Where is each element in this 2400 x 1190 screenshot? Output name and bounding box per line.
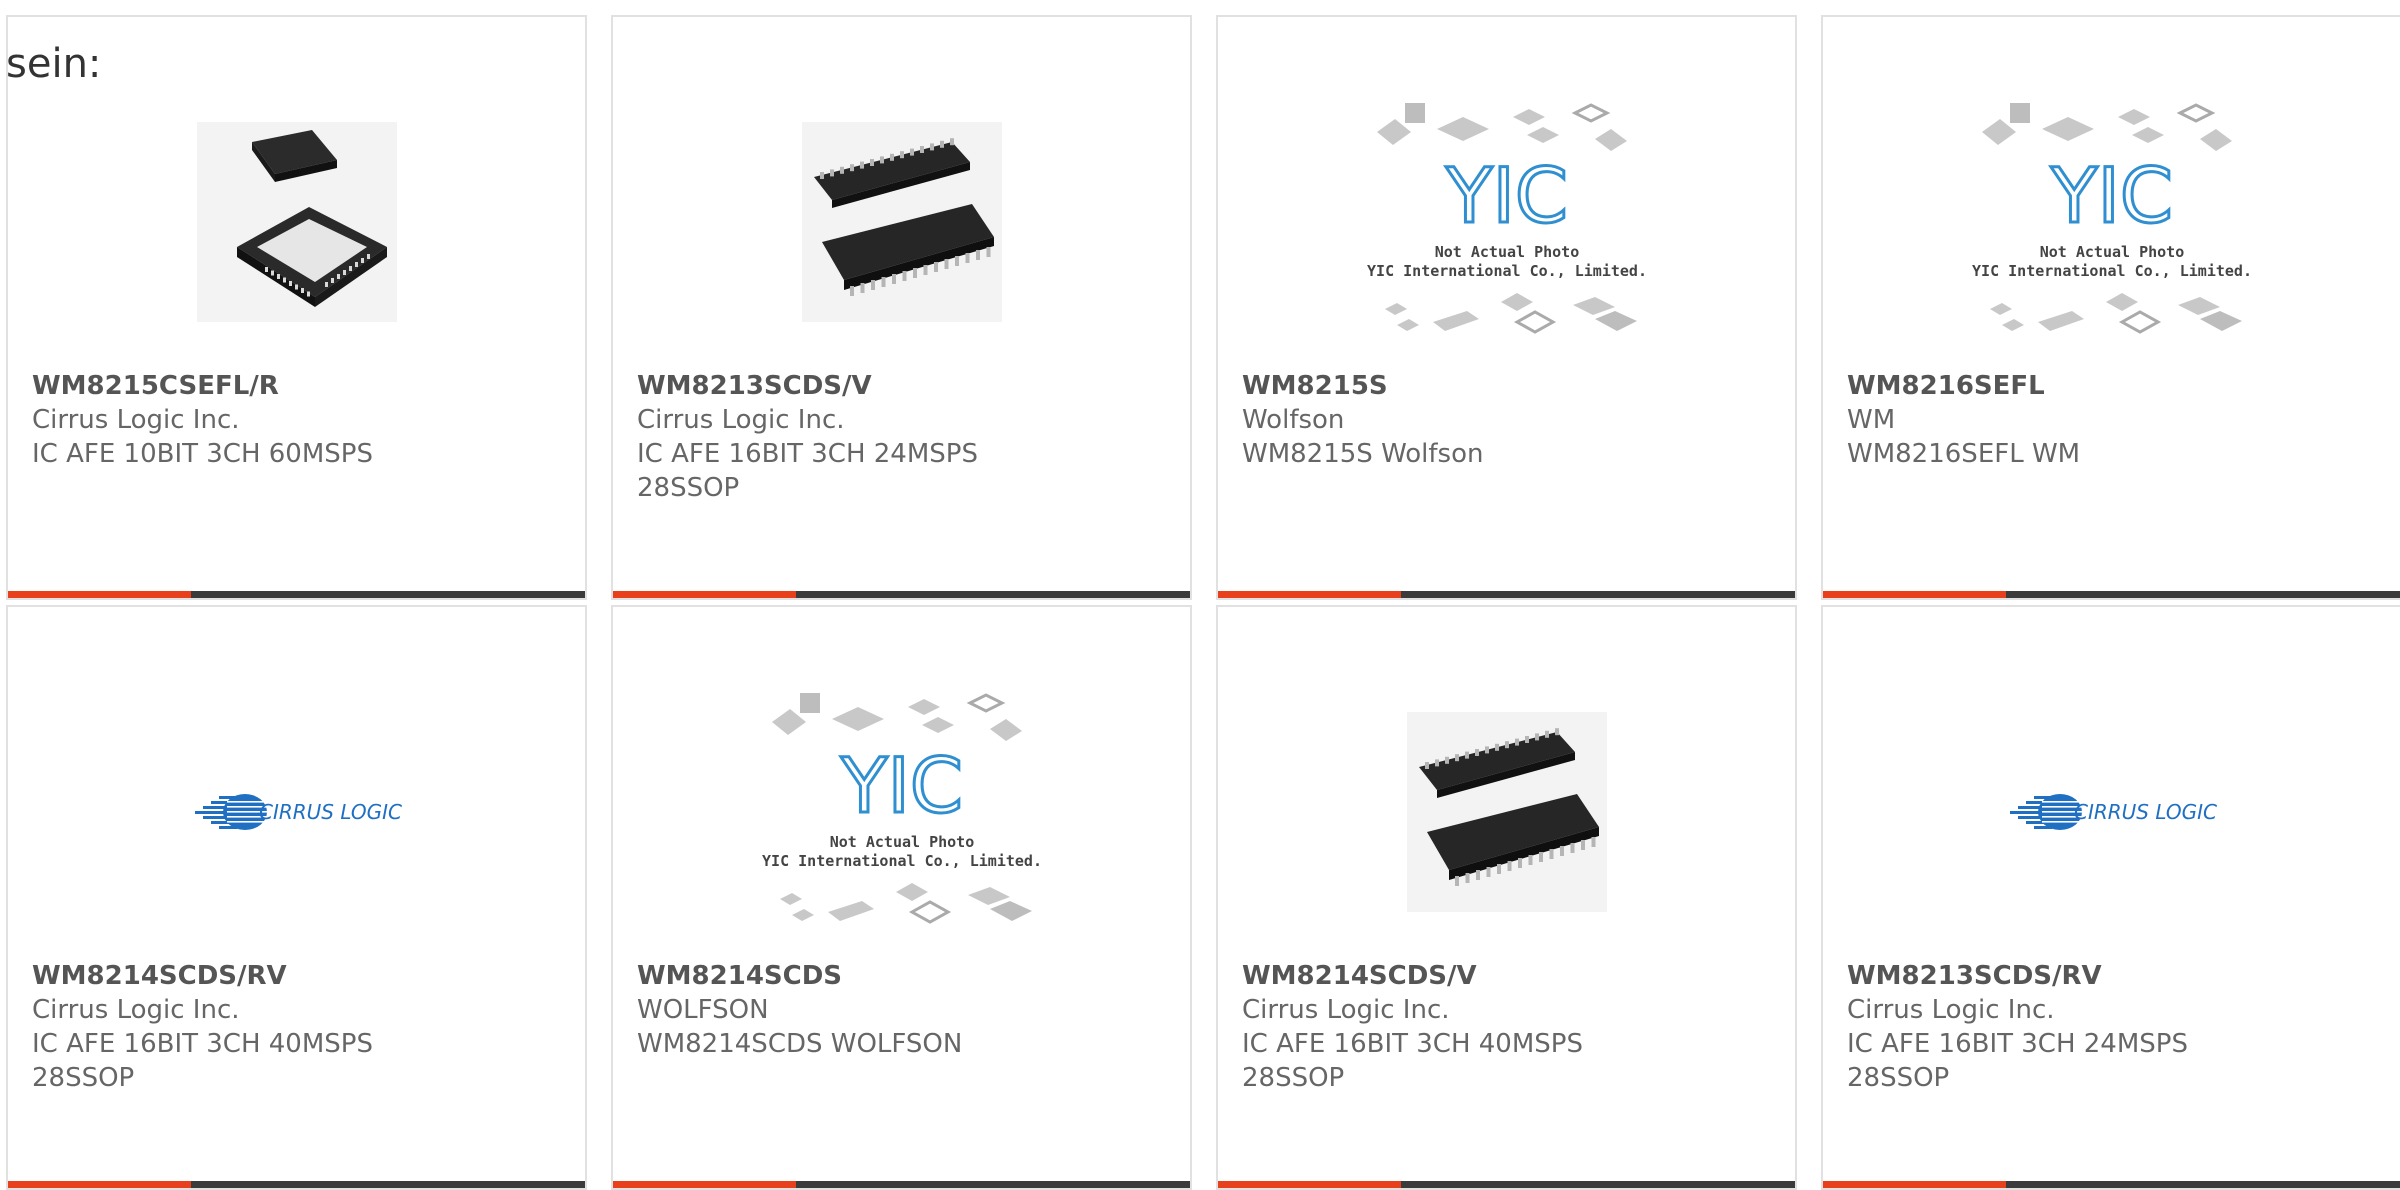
- product-card[interactable]: WM8213SCDS/V Cirrus Logic Inc. IC AFE 16BI…: [611, 15, 1192, 600]
- manufacturer: Cirrus Logic Inc.: [1847, 995, 2055, 1025]
- product-image[interactable]: YIC Not Actual Photo YIC International Co.…: [613, 677, 1190, 947]
- svg-text:Not Actual Photo: Not Actual Photo: [2039, 243, 2184, 261]
- description-line: 28SSOP: [1242, 1063, 1345, 1093]
- accent-segment: [1218, 1181, 1401, 1188]
- card-bottom-bar: [8, 1181, 585, 1188]
- product-info: WM8214SCDS/RV Cirrus Logic Inc. IC AFE 16B…: [32, 959, 569, 1095]
- product-card[interactable]: YIC Not Actual Photo YIC International Co.…: [1216, 15, 1797, 600]
- part-number-link[interactable]: WM8214SCDS/V: [1242, 959, 1779, 993]
- description-line: IC AFE 16BIT 3CH 40MSPS: [32, 1029, 373, 1059]
- svg-text:Not Actual Photo: Not Actual Photo: [1434, 243, 1579, 261]
- manufacturer: Cirrus Logic Inc.: [32, 405, 240, 435]
- description-line: 28SSOP: [637, 473, 740, 503]
- card-bottom-bar: [1823, 1181, 2400, 1188]
- description-line: WM8215S Wolfson: [1242, 439, 1484, 469]
- qfn-chip-image: [196, 122, 397, 322]
- cirrus-logo-image: CIRRUS LOGIC: [194, 794, 402, 830]
- svg-text:YIC: YIC: [1445, 151, 1568, 240]
- svg-text:YIC: YIC: [2050, 151, 2173, 240]
- product-image[interactable]: [613, 87, 1190, 357]
- accent-segment: [613, 591, 796, 598]
- ssop-chip-image: [1406, 712, 1607, 912]
- yic-placeholder-image: YIC Not Actual PhotoYIC International Co.…: [1367, 103, 1647, 334]
- description-line: IC AFE 16BIT 3CH 24MSPS: [637, 439, 978, 469]
- product-card[interactable]: CIRRUS LOGIC WM8213SCDS/RV Cirrus Logic In…: [1821, 605, 2400, 1190]
- accent-segment: [1823, 591, 2006, 598]
- description-line: IC AFE 16BIT 3CH 24MSPS: [1847, 1029, 2188, 1059]
- part-number-link[interactable]: WM8216SEFL: [1847, 369, 2384, 403]
- product-image[interactable]: YIC Not Actual Photo YIC International Co.…: [1823, 87, 2400, 357]
- svg-text:Not Actual Photo: Not Actual Photo: [829, 833, 974, 851]
- yic-placeholder-image: YIC Not Actual PhotoYIC International Co.…: [1972, 103, 2252, 334]
- product-info: WM8213SCDS/RV Cirrus Logic Inc. IC AFE 16B…: [1847, 959, 2384, 1095]
- ssop-chip-image: [801, 122, 1002, 322]
- product-image[interactable]: CIRRUS LOGIC: [8, 677, 585, 947]
- svg-text:CIRRUS LOGIC: CIRRUS LOGIC: [259, 800, 402, 824]
- part-number-link[interactable]: WM8213SCDS/RV: [1847, 959, 2384, 993]
- product-info: WM8216SEFL WM WM8216SEFL WM: [1847, 369, 2384, 471]
- product-info: WM8214SCDS/V Cirrus Logic Inc. IC AFE 16BI…: [1242, 959, 1779, 1095]
- description-line: 28SSOP: [32, 1063, 135, 1093]
- part-number-link[interactable]: WM8214SCDS/RV: [32, 959, 569, 993]
- card-bottom-bar: [1218, 591, 1795, 598]
- product-image[interactable]: [8, 87, 585, 357]
- accent-segment: [1218, 591, 1401, 598]
- product-info: WM8213SCDS/V Cirrus Logic Inc. IC AFE 16BI…: [637, 369, 1174, 505]
- description-line: IC AFE 16BIT 3CH 40MSPS: [1242, 1029, 1583, 1059]
- accent-segment: [8, 1181, 191, 1188]
- product-image[interactable]: YIC Not Actual Photo YIC International Co.…: [1218, 87, 1795, 357]
- manufacturer: Cirrus Logic Inc.: [1242, 995, 1450, 1025]
- product-card[interactable]: YIC Not Actual Photo YIC International Co.…: [611, 605, 1192, 1190]
- product-info: WM8214SCDS WOLFSON WM8214SCDS WOLFSON: [637, 959, 1174, 1061]
- product-card[interactable]: WM8215CSEFL/R Cirrus Logic Inc. IC AFE 10B…: [6, 15, 587, 600]
- manufacturer: WOLFSON: [637, 995, 769, 1025]
- product-card[interactable]: CIRRUS LOGIC WM8214SCDS/RV Cirrus Logic In…: [6, 605, 587, 1190]
- svg-text:CIRRUS LOGIC: CIRRUS LOGIC: [2074, 800, 2217, 824]
- product-image[interactable]: CIRRUS LOGIC: [1823, 677, 2400, 947]
- svg-text:YIC International Co., Limited: YIC International Co., Limited.: [1972, 262, 2252, 280]
- cirrus-logo-image: CIRRUS LOGIC: [2009, 794, 2217, 830]
- part-number-link[interactable]: WM8215CSEFL/R: [32, 369, 569, 403]
- description-line: 28SSOP: [1847, 1063, 1950, 1093]
- intro-text: sein:: [6, 41, 102, 87]
- manufacturer: Cirrus Logic Inc.: [32, 995, 240, 1025]
- product-info: WM8215S Wolfson WM8215S Wolfson: [1242, 369, 1779, 471]
- card-bottom-bar: [1218, 1181, 1795, 1188]
- part-number-link[interactable]: WM8214SCDS: [637, 959, 1174, 993]
- card-bottom-bar: [8, 591, 585, 598]
- product-card[interactable]: YIC Not Actual Photo YIC International Co.…: [1821, 15, 2400, 600]
- card-bottom-bar: [613, 1181, 1190, 1188]
- accent-segment: [613, 1181, 796, 1188]
- manufacturer: Wolfson: [1242, 405, 1345, 435]
- svg-text:YIC International Co., Limited: YIC International Co., Limited.: [762, 852, 1042, 870]
- yic-placeholder-image: YIC Not Actual PhotoYIC International Co.…: [762, 693, 1042, 924]
- svg-text:YIC International Co., Limited: YIC International Co., Limited.: [1367, 262, 1647, 280]
- description-line: IC AFE 10BIT 3CH 60MSPS: [32, 439, 373, 469]
- accent-segment: [1823, 1181, 2006, 1188]
- accent-segment: [8, 591, 191, 598]
- part-number-link[interactable]: WM8213SCDS/V: [637, 369, 1174, 403]
- product-info: WM8215CSEFL/R Cirrus Logic Inc. IC AFE 10B…: [32, 369, 569, 471]
- part-number-link[interactable]: WM8215S: [1242, 369, 1779, 403]
- description-line: WM8214SCDS WOLFSON: [637, 1029, 963, 1059]
- manufacturer: Cirrus Logic Inc.: [637, 405, 845, 435]
- product-image[interactable]: [1218, 677, 1795, 947]
- manufacturer: WM: [1847, 405, 1896, 435]
- description-line: WM8216SEFL WM: [1847, 439, 2081, 469]
- card-bottom-bar: [613, 591, 1190, 598]
- card-bottom-bar: [1823, 591, 2400, 598]
- product-card[interactable]: WM8214SCDS/V Cirrus Logic Inc. IC AFE 16BI…: [1216, 605, 1797, 1190]
- svg-text:YIC: YIC: [840, 741, 963, 830]
